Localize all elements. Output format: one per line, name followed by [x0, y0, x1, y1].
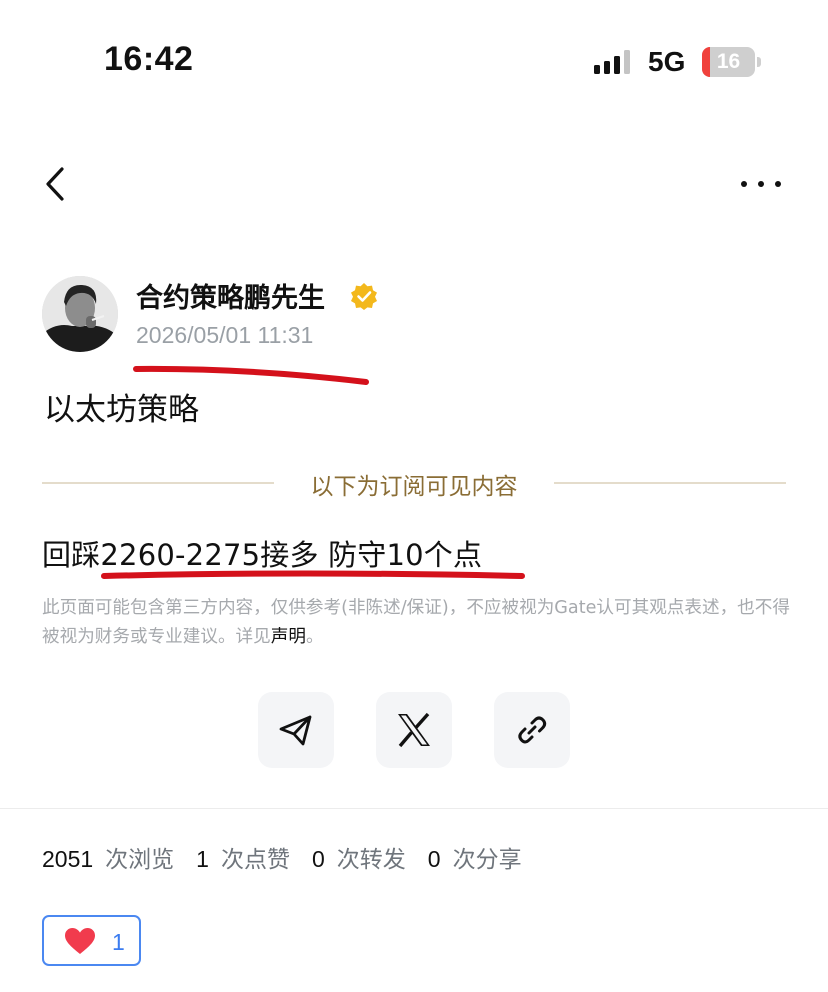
share-x-button[interactable]	[376, 692, 452, 768]
shares-count: 0	[427, 846, 441, 872]
battery-percent: 16	[716, 50, 741, 73]
network-type: 5G	[648, 46, 686, 77]
likes-label: 次点赞	[220, 846, 290, 872]
reposts-label: 次转发	[336, 846, 406, 872]
status-time: 16:42	[104, 40, 194, 78]
disclaimer-text: 此页面可能包含第三方内容，仅供参考(非陈述/保证)，不应被视为Gate认可其观点…	[42, 594, 790, 652]
back-button[interactable]	[40, 164, 76, 204]
reposts-count: 0	[311, 846, 325, 872]
x-icon	[398, 712, 430, 748]
disclaimer-end: 。	[305, 627, 324, 647]
disclaimer-statement-link[interactable]: 声明	[271, 627, 306, 647]
like-count: 1	[112, 929, 125, 955]
telegram-icon	[279, 715, 312, 746]
disclaimer-body: 此页面可能包含第三方内容，仅供参考(非陈述/保证)，不应被视为Gate认可其观点…	[42, 598, 790, 647]
verified-badge-icon	[351, 283, 377, 310]
chevron-left-icon	[46, 167, 64, 201]
copy-link-button[interactable]	[494, 692, 570, 768]
views-count: 2051	[42, 846, 94, 872]
battery-indicator: 16	[702, 47, 762, 79]
more-horizontal-icon	[741, 181, 781, 187]
subscription-label: 以下为订阅可见内容	[310, 474, 518, 500]
like-button[interactable]: 1	[42, 915, 141, 966]
likes-count: 1	[196, 846, 209, 872]
views-label: 次浏览	[105, 846, 175, 872]
avatar-portrait-image	[42, 276, 118, 352]
post-detail-page: 16:42 5G 16 合约策略鹏先生 2026/05/01 11:31 以太坊…	[0, 0, 828, 992]
more-options-button[interactable]	[736, 172, 786, 196]
heart-icon	[65, 928, 95, 954]
author-name[interactable]: 合约策略鹏先生	[136, 276, 325, 315]
divider-right	[554, 482, 786, 484]
section-divider	[0, 808, 828, 809]
author-avatar[interactable]	[42, 276, 118, 352]
strategy-text: 回踩2260-2275接多 防守10个点	[42, 538, 483, 572]
shares-label: 次分享	[452, 846, 522, 872]
post-title: 以太坊策略	[44, 392, 199, 428]
share-telegram-button[interactable]	[258, 692, 334, 768]
cellular-signal-icon	[594, 50, 630, 74]
link-icon	[518, 716, 547, 744]
post-stats: 2051 次浏览 1 次点赞 0 次转发 0 次分享	[42, 840, 544, 874]
post-timestamp: 2026/05/01 11:31	[136, 322, 314, 348]
